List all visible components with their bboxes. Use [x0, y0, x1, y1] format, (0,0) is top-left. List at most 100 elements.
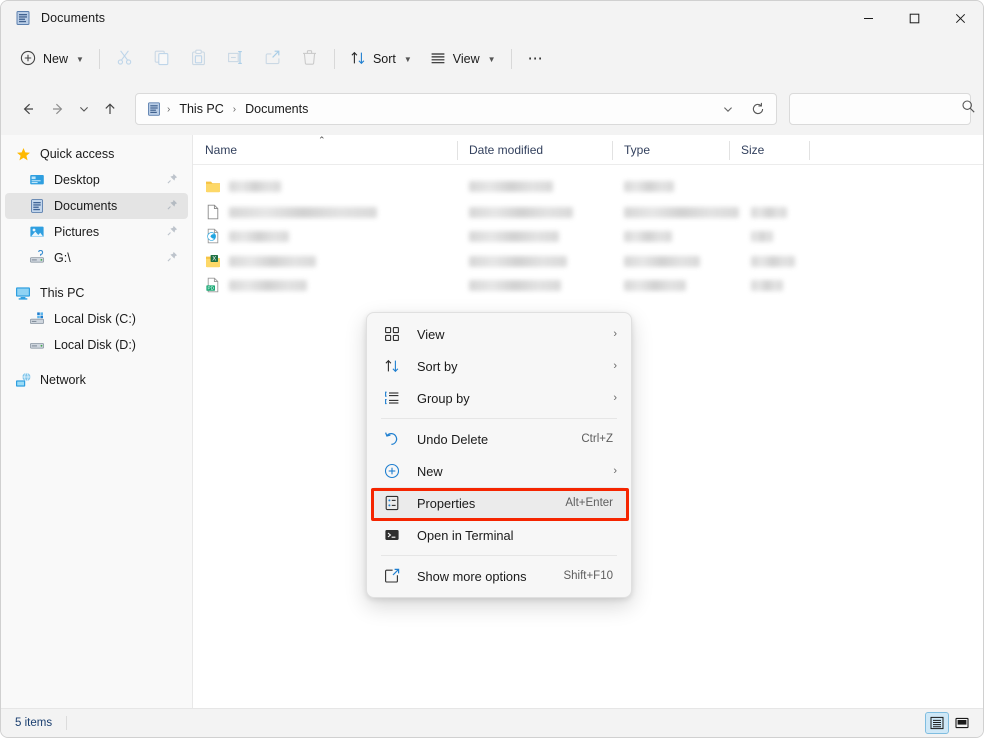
table-row[interactable]: X [193, 249, 983, 273]
share-button[interactable] [254, 43, 291, 75]
sidebar-label: G:\ [54, 251, 71, 265]
view-button[interactable]: View ▼ [421, 43, 505, 75]
table-row[interactable] [193, 201, 983, 223]
table-row[interactable] [193, 171, 983, 201]
delete-button[interactable] [291, 43, 328, 75]
new-button[interactable]: New ▼ [11, 43, 93, 75]
file-date-redacted [469, 231, 559, 242]
network-icon [15, 372, 31, 388]
breadcrumb-separator: › [166, 104, 171, 115]
context-menu-item-group-by[interactable]: Group by › [371, 382, 627, 414]
pin-icon[interactable] [167, 199, 178, 213]
search-icon[interactable] [961, 99, 976, 119]
grid-view-icon [383, 326, 400, 343]
details-view-button[interactable] [926, 713, 948, 733]
sidebar-item-quick-access[interactable]: Quick access [5, 141, 188, 167]
context-menu-item-sort-by[interactable]: Sort by › [371, 350, 627, 382]
paste-button[interactable] [180, 43, 217, 75]
refresh-button[interactable] [744, 96, 772, 122]
address-documents-icon [146, 101, 162, 117]
context-menu-item-properties[interactable]: Properties Alt+Enter [371, 487, 627, 519]
sidebar-label: Quick access [40, 147, 114, 161]
column-label-date: Date modified [469, 143, 543, 157]
context-menu-label: Undo Delete [417, 432, 581, 447]
pin-icon[interactable] [167, 173, 178, 187]
sidebar-item-desktop[interactable]: Desktop [5, 167, 188, 193]
back-button[interactable] [13, 94, 43, 124]
sidebar-item-g-drive[interactable]: G:\ [5, 245, 188, 271]
sidebar-item-this-pc[interactable]: This PC [5, 280, 188, 306]
large-icons-view-button[interactable] [951, 713, 973, 733]
search-input[interactable] [800, 102, 961, 116]
sort-button-label: Sort [373, 52, 396, 66]
breadcrumb-documents[interactable]: Documents [239, 99, 314, 119]
view-icon [430, 50, 446, 69]
forward-button[interactable] [43, 94, 73, 124]
address-bar-actions [714, 96, 772, 122]
search-box[interactable] [789, 93, 971, 125]
context-menu-item-undo-delete[interactable]: Undo Delete Ctrl+Z [371, 423, 627, 455]
maximize-button[interactable] [891, 1, 937, 35]
pin-icon[interactable] [167, 225, 178, 239]
local-disk-d-icon [29, 337, 45, 353]
sidebar-item-network[interactable]: Network [5, 367, 188, 393]
column-header-type[interactable]: Type [612, 135, 729, 164]
show-more-icon [383, 568, 400, 585]
address-dropdown-button[interactable] [714, 96, 742, 122]
context-menu-separator-2 [381, 555, 617, 556]
pin-icon[interactable] [167, 251, 178, 265]
sort-icon [383, 358, 400, 375]
rename-button[interactable] [217, 43, 254, 75]
context-menu-item-view[interactable]: View › [371, 318, 627, 350]
file-size-redacted [751, 231, 773, 242]
ellipsis-icon: ⋯ [528, 54, 545, 64]
view-button-label: View [453, 52, 480, 66]
terminal-icon [383, 527, 400, 544]
address-bar[interactable]: › This PC › Documents [135, 93, 777, 125]
see-more-button[interactable]: ⋯ [518, 43, 555, 75]
copy-icon [153, 49, 170, 69]
recent-locations-button[interactable] [73, 94, 95, 124]
context-menu-item-open-in-terminal[interactable]: Open in Terminal [371, 519, 627, 551]
minimize-button[interactable] [845, 1, 891, 35]
up-button[interactable] [95, 94, 125, 124]
context-menu-item-show-more-options[interactable]: Show more options Shift+F10 [371, 560, 627, 592]
svg-text:X: X [212, 257, 216, 263]
file-date-redacted [469, 207, 573, 218]
cut-button[interactable] [106, 43, 143, 75]
column-header-name[interactable]: Name ⌃ [193, 135, 457, 164]
sidebar-item-pictures[interactable]: Pictures [5, 219, 188, 245]
table-row[interactable]: PD [193, 273, 983, 297]
context-menu-item-new[interactable]: New › [371, 455, 627, 487]
file-size-redacted [751, 207, 787, 218]
sidebar-label: Desktop [54, 173, 100, 187]
file-date-redacted [469, 256, 567, 267]
pictures-icon [29, 224, 45, 240]
close-button[interactable] [937, 1, 983, 35]
cut-icon [116, 49, 133, 69]
sidebar-item-local-disk-d[interactable]: Local Disk (D:) [5, 332, 188, 358]
table-row[interactable] [193, 223, 983, 249]
sort-button[interactable]: Sort ▼ [341, 43, 421, 75]
view-toggle-group [926, 713, 973, 733]
local-disk-c-icon [29, 311, 45, 327]
file-type-redacted [624, 207, 739, 218]
context-menu-label: Sort by [417, 359, 613, 374]
column-header-size[interactable]: Size [729, 135, 809, 164]
svg-text:PD: PD [208, 286, 215, 291]
sidebar-item-local-disk-c[interactable]: Local Disk (C:) [5, 306, 188, 332]
file-type-redacted [624, 280, 686, 291]
column-header-date-modified[interactable]: Date modified [457, 135, 612, 164]
status-bar: 5 items [1, 708, 983, 737]
sidebar-item-documents[interactable]: Documents [5, 193, 188, 219]
sort-icon [350, 50, 366, 69]
context-menu: View › Sort by › [366, 312, 632, 598]
edge-html-icon [205, 228, 221, 244]
copy-button[interactable] [143, 43, 180, 75]
breadcrumb-this-pc[interactable]: This PC [173, 99, 229, 119]
file-name-redacted [229, 256, 316, 267]
sidebar-group-gap [1, 271, 192, 280]
column-label-size: Size [741, 143, 764, 157]
chevron-right-icon: › [613, 392, 617, 404]
sidebar-label: Pictures [54, 225, 99, 239]
